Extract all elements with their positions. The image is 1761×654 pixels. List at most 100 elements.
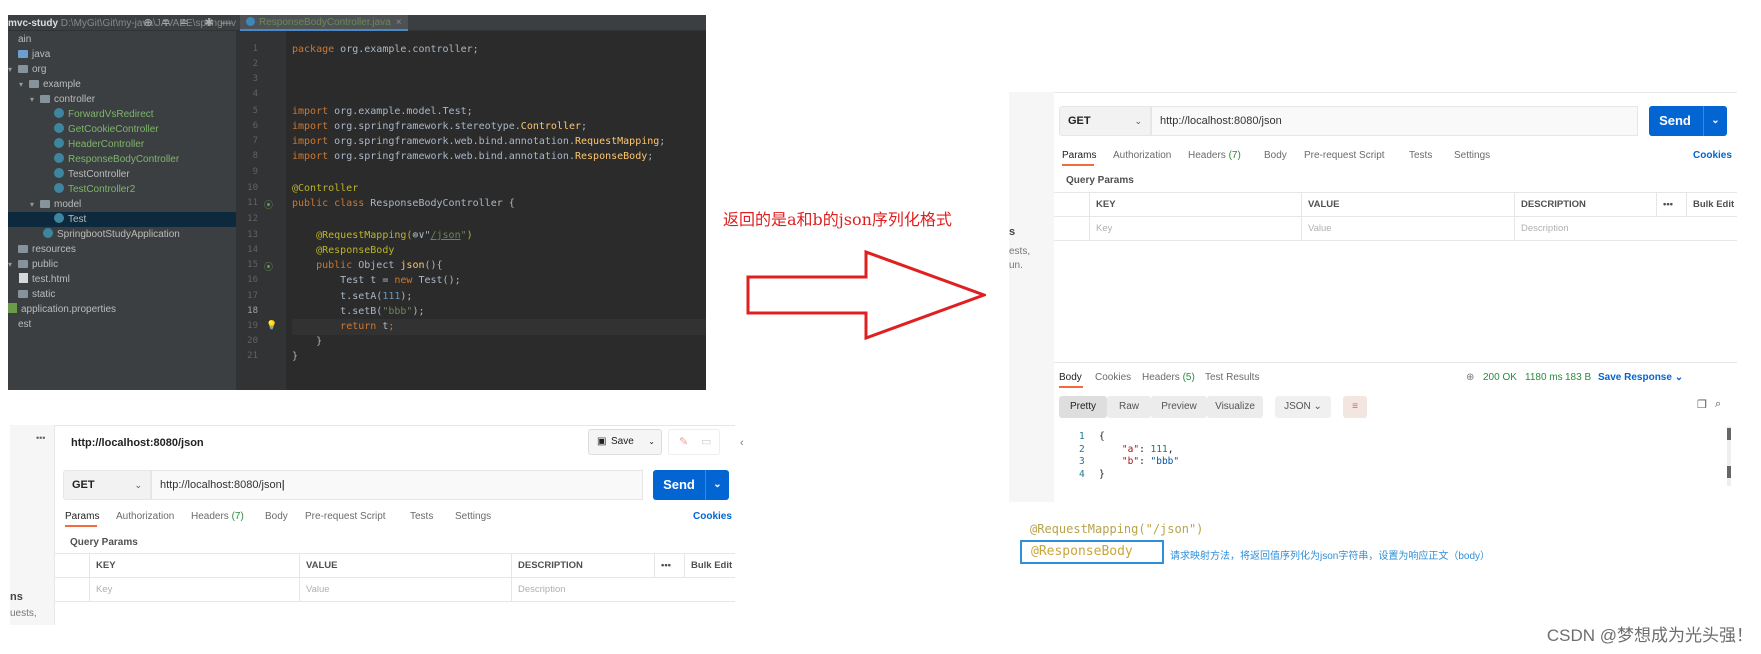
- save-button[interactable]: ▣ Save ⌄: [588, 429, 662, 455]
- code-line: public Object json(){: [316, 260, 443, 271]
- tab-params[interactable]: Params: [1062, 150, 1096, 161]
- scrollbar[interactable]: [1727, 426, 1731, 486]
- chevron-down-icon[interactable]: ⌄: [705, 470, 729, 500]
- tree-item[interactable]: ain: [8, 32, 236, 47]
- bean-gutter-icon[interactable]: ⦿: [264, 260, 273, 273]
- class-icon: [54, 183, 64, 193]
- code-line: t.setB("bbb");: [340, 306, 425, 317]
- tree-item[interactable]: HeaderController: [8, 137, 236, 152]
- class-icon: [54, 138, 64, 148]
- chevron-down-icon[interactable]: ▾: [30, 197, 40, 212]
- send-button[interactable]: Send ⌄: [653, 470, 729, 500]
- edit-actions[interactable]: ✎ ▭: [668, 429, 720, 455]
- view-pretty[interactable]: Pretty: [1059, 396, 1107, 418]
- bulk-edit-link[interactable]: Bulk Edit: [684, 554, 735, 578]
- tree-item[interactable]: ▾ controller: [8, 92, 236, 107]
- value-input[interactable]: Value: [299, 578, 511, 602]
- save-response-button[interactable]: Save Response ⌄: [1598, 372, 1683, 383]
- response-body[interactable]: 1 {2 "a": 111, 3 "b": "bbb" 4}: [1059, 430, 1729, 490]
- cookies-link[interactable]: Cookies: [1693, 150, 1732, 161]
- chevron-down-icon[interactable]: ▾: [8, 257, 18, 272]
- tab-authorization[interactable]: Authorization: [116, 511, 174, 522]
- tab-authorization[interactable]: Authorization: [1113, 150, 1171, 161]
- tab-body[interactable]: Body: [265, 511, 288, 522]
- tree-item[interactable]: static: [8, 287, 236, 302]
- json-line-number: 1: [1079, 431, 1085, 442]
- url-input[interactable]: http://localhost:8080/json: [1151, 106, 1638, 136]
- chevron-down-icon[interactable]: ▾: [8, 62, 18, 77]
- more-icon[interactable]: •••: [654, 554, 684, 578]
- lightbulb-icon[interactable]: 💡: [266, 320, 277, 331]
- tree-item[interactable]: SpringbootStudyApplication: [8, 227, 236, 242]
- editor-tab[interactable]: ResponseBodyController.java ×: [240, 15, 408, 31]
- chevron-down-icon[interactable]: ▾: [19, 77, 29, 92]
- locate-icon[interactable]: ⊕: [141, 16, 155, 30]
- description-input[interactable]: Description: [1514, 217, 1737, 241]
- tab-tests[interactable]: Tests: [1409, 150, 1432, 161]
- tab-response-headers[interactable]: Headers (5): [1142, 372, 1195, 383]
- pencil-icon[interactable]: ✎: [679, 435, 688, 448]
- tab-settings[interactable]: Settings: [1454, 150, 1490, 161]
- url-input[interactable]: http://localhost:8080/json|: [151, 470, 643, 500]
- gear-icon[interactable]: ✱: [202, 16, 216, 30]
- wrap-lines-icon[interactable]: ≡: [1343, 396, 1367, 418]
- line-number: 8: [252, 151, 258, 161]
- minimize-icon[interactable]: —: [219, 16, 233, 30]
- collapse-panel-icon[interactable]: ‹: [740, 437, 744, 449]
- sidebar-fragment: ests,: [1009, 246, 1031, 257]
- key-input[interactable]: Key: [1089, 217, 1301, 241]
- description-input[interactable]: Description: [511, 578, 735, 602]
- tab-headers[interactable]: Headers (7): [191, 511, 244, 522]
- tree-item[interactable]: ▾ org: [8, 62, 236, 77]
- tree-item[interactable]: java: [8, 47, 236, 62]
- bulk-edit-link[interactable]: Bulk Edit: [1686, 193, 1737, 217]
- tree-item[interactable]: GetCookieController: [8, 122, 236, 137]
- tree-item[interactable]: est: [8, 317, 236, 332]
- bean-gutter-icon[interactable]: ⦿: [264, 198, 273, 211]
- tree-item[interactable]: ▾ example: [8, 77, 236, 92]
- tab-headers[interactable]: Headers (7): [1188, 150, 1241, 161]
- search-icon[interactable]: ⌕: [1715, 398, 1721, 411]
- tree-item[interactable]: Test: [8, 212, 236, 227]
- more-icon[interactable]: •••: [36, 433, 45, 443]
- tab-pre-request-script[interactable]: Pre-request Script: [1304, 150, 1385, 161]
- tree-item[interactable]: application.properties: [8, 302, 236, 317]
- collapse-all-icon[interactable]: ≐: [177, 16, 191, 30]
- view-preview[interactable]: Preview: [1151, 396, 1207, 418]
- view-raw[interactable]: Raw: [1107, 396, 1151, 418]
- tree-item[interactable]: ResponseBodyController: [8, 152, 236, 167]
- view-visualize[interactable]: Visualize: [1207, 396, 1263, 418]
- chevron-down-icon[interactable]: ⌄: [1703, 106, 1727, 136]
- tab-response-cookies[interactable]: Cookies: [1095, 372, 1131, 383]
- tree-item[interactable]: ForwardVsRedirect: [8, 107, 236, 122]
- copy-icon[interactable]: ❐: [1697, 398, 1707, 411]
- tab-response-body[interactable]: Body: [1059, 372, 1082, 383]
- cookies-link[interactable]: Cookies: [693, 511, 732, 522]
- tree-item[interactable]: test.html: [8, 272, 236, 287]
- tab-tests[interactable]: Tests: [410, 511, 433, 522]
- expand-all-icon[interactable]: ≑: [159, 16, 173, 30]
- tree-item[interactable]: ▾ model: [8, 197, 236, 212]
- format-select[interactable]: JSON ⌄: [1275, 396, 1331, 418]
- tree-item[interactable]: resources: [8, 242, 236, 257]
- tab-pre-request-script[interactable]: Pre-request Script: [305, 511, 386, 522]
- url-text: http://localhost:8080/json: [1160, 115, 1282, 127]
- url-text: http://localhost:8080/json: [160, 479, 282, 491]
- tree-item[interactable]: TestController2: [8, 182, 236, 197]
- tab-body[interactable]: Body: [1264, 150, 1287, 161]
- tab-params[interactable]: Params: [65, 511, 99, 522]
- tree-item[interactable]: TestController: [8, 167, 236, 182]
- close-icon[interactable]: ×: [396, 17, 402, 28]
- more-icon[interactable]: •••: [1656, 193, 1686, 217]
- comment-icon[interactable]: ▭: [701, 435, 711, 448]
- tab-test-results[interactable]: Test Results: [1205, 372, 1259, 383]
- tab-settings[interactable]: Settings: [455, 511, 491, 522]
- value-input[interactable]: Value: [1301, 217, 1514, 241]
- method-select[interactable]: GET ⌄: [63, 470, 151, 500]
- key-input[interactable]: Key: [89, 578, 299, 602]
- tree-item[interactable]: ▾ public: [8, 257, 236, 272]
- chevron-down-icon[interactable]: ▾: [30, 92, 40, 107]
- code-editor[interactable]: package org.example.controller; import o…: [286, 31, 706, 390]
- send-button[interactable]: Send ⌄: [1649, 106, 1727, 136]
- method-select[interactable]: GET ⌄: [1059, 106, 1151, 136]
